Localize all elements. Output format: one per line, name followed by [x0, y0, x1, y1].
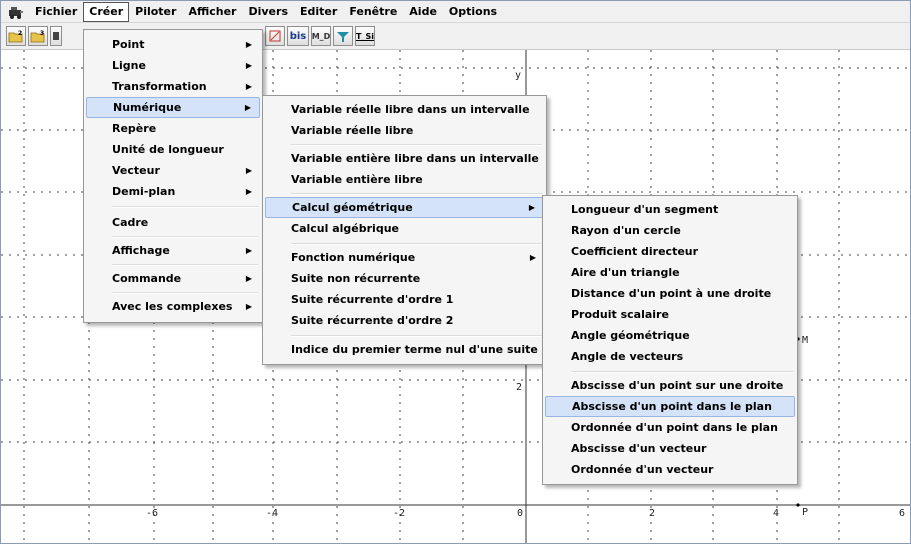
point-p-label: P [802, 507, 809, 518]
menu-item-indice-premier-terme[interactable]: Indice du premier terme nul d'une suite [265, 339, 544, 360]
menu-item-abscisse-vecteur[interactable]: Abscisse d'un vecteur [545, 438, 795, 459]
menu-creer[interactable]: Créer [83, 1, 130, 22]
app-window: Fichier Créer Piloter Afficher Divers Ed… [0, 0, 911, 544]
submenu-arrow-icon: ▶ [245, 302, 252, 311]
menu-separator [112, 236, 258, 238]
menu-item-suite-non-recurrente[interactable]: Suite non récurrente [265, 268, 544, 289]
submenu-arrow-icon: ▶ [244, 103, 251, 112]
x-tick-label: 4 [773, 508, 780, 519]
menu-item-rayon-cercle[interactable]: Rayon d'un cercle [545, 220, 795, 241]
bis-label: bis [289, 30, 307, 42]
menu-item-coefficient-directeur[interactable]: Coefficient directeur [545, 241, 795, 262]
menu-fichier[interactable]: Fichier [29, 2, 83, 22]
menu-item-abscisse-point-plan[interactable]: Abscisse d'un point dans le plan [545, 396, 795, 417]
menu-item-abscisse-point-droite[interactable]: Abscisse d'un point sur une droite [545, 375, 795, 396]
menu-editer[interactable]: Editer [294, 2, 343, 22]
submenu-arrow-icon: ▶ [528, 203, 535, 212]
menu-separator [291, 193, 542, 195]
menu-item-ordonnee-vecteur[interactable]: Ordonnée d'un vecteur [545, 459, 795, 480]
numerique-submenu: Variable réelle libre dans un intervalle… [262, 95, 547, 365]
menu-afficher[interactable]: Afficher [182, 2, 242, 22]
menu-item-ligne[interactable]: Ligne ▶ [86, 55, 260, 76]
md-button[interactable]: M_D [311, 26, 331, 46]
menu-item-longueur-segment[interactable]: Longueur d'un segment [545, 199, 795, 220]
menu-item-unite-longueur[interactable]: Unité de longueur [86, 139, 260, 160]
menu-item-commande[interactable]: Commande ▶ [86, 268, 260, 289]
y-tick-label: 2 [516, 382, 523, 393]
x-tick-label: -2 [393, 508, 406, 519]
x-tick-label: -4 [266, 508, 279, 519]
menu-item-suite-recurrente-1[interactable]: Suite récurrente d'ordre 1 [265, 289, 544, 310]
menu-separator [291, 144, 542, 146]
menu-item-numerique[interactable]: Numérique ▶ [86, 97, 260, 118]
x-tick-label: -6 [146, 508, 159, 519]
menu-separator [112, 206, 258, 208]
y-axis-label: y [515, 70, 522, 81]
menu-separator [291, 243, 542, 245]
menu-item-suite-recurrente-2[interactable]: Suite récurrente d'ordre 2 [265, 310, 544, 331]
menu-item-var-entiere-intervalle[interactable]: Variable entière libre dans un intervall… [265, 148, 544, 169]
menu-item-fonction-numerique[interactable]: Fonction numérique ▶ [265, 247, 544, 268]
open-folder-3-icon[interactable]: 3 [28, 26, 48, 46]
menu-item-point[interactable]: Point ▶ [86, 34, 260, 55]
menu-separator [112, 264, 258, 266]
menu-aide[interactable]: Aide [403, 2, 443, 22]
submenu-arrow-icon: ▶ [245, 166, 252, 175]
menu-item-vecteur[interactable]: Vecteur ▶ [86, 160, 260, 181]
md-label: M_D [311, 31, 331, 41]
menu-item-affichage[interactable]: Affichage ▶ [86, 240, 260, 261]
angle-tool-icon[interactable] [265, 26, 285, 46]
menu-item-repere[interactable]: Repère [86, 118, 260, 139]
submenu-arrow-icon: ▶ [245, 82, 252, 91]
tsi-label: T_Si [356, 31, 374, 41]
menu-piloter[interactable]: Piloter [129, 2, 182, 22]
menu-separator [571, 371, 793, 373]
menu-item-produit-scalaire[interactable]: Produit scalaire [545, 304, 795, 325]
menu-item-aire-triangle[interactable]: Aire d'un triangle [545, 262, 795, 283]
menu-item-distance-point-droite[interactable]: Distance d'un point à une droite [545, 283, 795, 304]
submenu-arrow-icon: ▶ [245, 274, 252, 283]
tool-partial-icon[interactable] [50, 26, 62, 46]
submenu-arrow-icon: ▶ [245, 40, 252, 49]
menu-item-ordonnee-point-plan[interactable]: Ordonnée d'un point dans le plan [545, 417, 795, 438]
menu-item-calcul-geometrique[interactable]: Calcul géométrique ▶ [265, 197, 544, 218]
submenu-arrow-icon: ▶ [245, 187, 252, 196]
menu-divers[interactable]: Divers [242, 2, 294, 22]
menu-fenetre[interactable]: Fenêtre [343, 2, 403, 22]
menu-separator [112, 292, 258, 294]
menu-item-cadre[interactable]: Cadre [86, 212, 260, 233]
x-tick-label: 6 [899, 508, 906, 519]
svg-text:3: 3 [40, 30, 44, 37]
open-folder-2-icon[interactable]: 2 [6, 26, 26, 46]
point-m-label: M [802, 335, 809, 346]
menu-item-var-entiere[interactable]: Variable entière libre [265, 169, 544, 190]
calcul-geometrique-submenu: Longueur d'un segment Rayon d'un cercle … [542, 195, 798, 485]
menu-bar: Fichier Créer Piloter Afficher Divers Ed… [1, 1, 910, 23]
menu-item-angle-vecteurs[interactable]: Angle de vecteurs [545, 346, 795, 367]
menu-options[interactable]: Options [443, 2, 503, 22]
creer-menu: Point ▶ Ligne ▶ Transformation ▶ Numérique ▶… [83, 29, 263, 323]
tsi-button[interactable]: T_Si [355, 26, 375, 46]
menu-item-transformation[interactable]: Transformation ▶ [86, 76, 260, 97]
menu-item-calcul-algebrique[interactable]: Calcul algébrique [265, 218, 544, 239]
bis-button[interactable]: bis [287, 26, 309, 46]
app-logo-icon [7, 4, 25, 20]
submenu-arrow-icon: ▶ [245, 246, 252, 255]
x-tick-label: 0 [517, 508, 524, 519]
menu-item-demi-plan[interactable]: Demi-plan ▶ [86, 181, 260, 202]
submenu-arrow-icon: ▶ [529, 253, 536, 262]
menu-item-complexes[interactable]: Avec les complexes ▶ [86, 296, 260, 317]
menu-separator [291, 335, 542, 337]
menu-item-var-reelle[interactable]: Variable réelle libre [265, 120, 544, 141]
submenu-arrow-icon: ▶ [245, 61, 252, 70]
svg-text:2: 2 [18, 30, 22, 37]
menu-item-angle-geometrique[interactable]: Angle géométrique [545, 325, 795, 346]
point-p-marker [796, 503, 800, 507]
menu-item-var-reelle-intervalle[interactable]: Variable réelle libre dans un intervalle [265, 99, 544, 120]
x-tick-label: 2 [649, 508, 656, 519]
turtle-icon[interactable] [333, 26, 353, 46]
